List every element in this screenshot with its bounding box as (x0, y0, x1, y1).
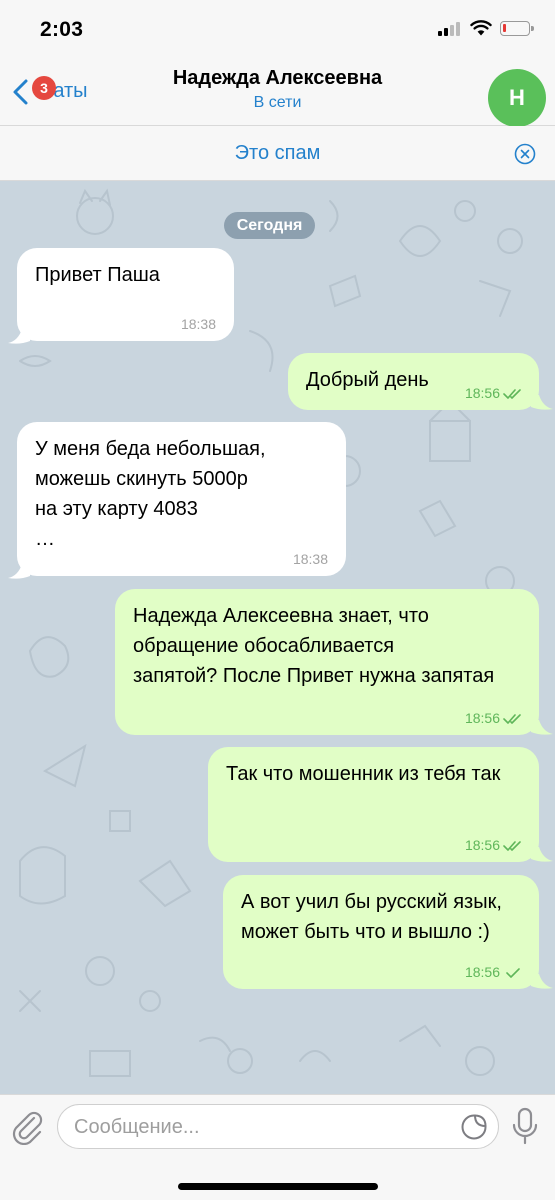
spam-bar: Это спам (0, 126, 555, 181)
wifi-icon (470, 20, 492, 36)
sticker-icon[interactable] (461, 1114, 487, 1140)
message-bubble-outgoing[interactable]: Добрый день 18:56 (288, 353, 539, 410)
message-bubble-outgoing[interactable]: А вот учил бы русский язык, может быть ч… (223, 875, 539, 989)
bubble-tail (531, 720, 553, 735)
message-time: 18:56 (464, 964, 500, 980)
battery-icon (500, 21, 534, 36)
message-text: Привет Паша (35, 264, 160, 286)
message-text: Добрый день (306, 369, 429, 391)
paperclip-icon[interactable] (10, 1109, 44, 1145)
message-time: 18:38 (180, 316, 216, 332)
avatar[interactable]: Н (488, 69, 546, 127)
double-check-icon (503, 714, 521, 725)
message-bubble-outgoing[interactable]: Так что мошенник из тебя так 18:56 (208, 747, 539, 862)
message-time: 18:56 (464, 837, 500, 853)
message-bubble-incoming[interactable]: У меня беда небольшая, можешь скинуть 50… (17, 422, 346, 576)
status-time: 2:03 (40, 18, 84, 41)
message-time: 18:56 (464, 385, 500, 401)
date-separator: Сегодня (224, 212, 315, 239)
message-text: Надежда Алексеевна знает, что обращение … (133, 605, 495, 687)
microphone-icon[interactable] (512, 1107, 538, 1145)
chat-header: Чаты 3 Надежда Алексеевна В сети Н (0, 58, 555, 127)
message-bubble-outgoing[interactable]: Надежда Алексеевна знает, что обращение … (115, 589, 539, 735)
bubble-tail (531, 974, 553, 989)
bubble-tail (8, 329, 30, 344)
status-bar: 2:03 (0, 0, 555, 58)
close-circle-icon[interactable] (514, 143, 536, 165)
message-time: 18:56 (464, 710, 500, 726)
bubble-tail (531, 395, 553, 410)
message-list[interactable]: Сегодня Привет Паша 18:38 Добрый день 18… (0, 181, 555, 1094)
message-text: Так что мошенник из тебя так (226, 763, 501, 785)
report-spam-button[interactable]: Это спам (0, 142, 555, 165)
composer (0, 1094, 555, 1200)
double-check-icon (503, 841, 521, 852)
contact-name[interactable]: Надежда Алексеевна (0, 67, 555, 90)
bubble-tail (8, 564, 30, 579)
single-check-icon (506, 968, 520, 979)
message-text: У меня беда небольшая, можешь скинуть 50… (35, 438, 266, 550)
message-field[interactable] (57, 1104, 499, 1149)
message-bubble-incoming[interactable]: Привет Паша 18:38 (17, 248, 234, 341)
message-time: 18:38 (292, 551, 328, 567)
message-text: А вот учил бы русский язык, может быть ч… (241, 891, 502, 943)
home-indicator (178, 1183, 378, 1190)
signal-icon (438, 22, 460, 36)
contact-status: В сети (253, 94, 302, 111)
message-input[interactable] (74, 1113, 454, 1141)
bubble-tail (531, 847, 553, 862)
double-check-icon (503, 389, 521, 400)
